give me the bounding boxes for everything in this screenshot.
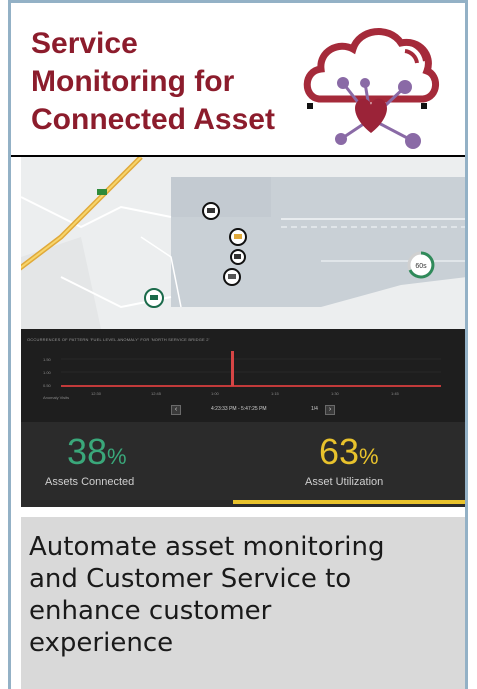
timer-badge[interactable]: 60s xyxy=(407,251,435,279)
anomaly-chart: OCCURRENCES OF PATTERN 'FUEL LEVEL ANOMA… xyxy=(21,329,465,422)
chart-legend: Anomaly Visits xyxy=(43,395,69,400)
utilization-highlight-bar xyxy=(233,500,465,504)
stat-unit: % xyxy=(359,444,379,469)
stat-asset-utilization: 63% Asset Utilization xyxy=(233,422,465,507)
stat-number: 38 xyxy=(67,431,108,472)
description-line: experience xyxy=(29,628,174,658)
service-card: Service Monitoring for Connected Asset 6… xyxy=(8,0,468,689)
title-line-1: Service xyxy=(31,27,138,60)
card-title: Service Monitoring for Connected Asset xyxy=(31,25,331,139)
stat-value: 38% xyxy=(67,432,127,477)
y-tick-label: 1.50 xyxy=(43,357,52,362)
x-tick-label: 1:00 xyxy=(211,391,220,396)
stat-label: Assets Connected xyxy=(45,476,135,488)
map-pin-icon[interactable] xyxy=(144,288,164,308)
x-tick-label: 1:30 xyxy=(331,391,340,396)
asset-map[interactable]: 60s xyxy=(21,157,465,329)
map-pin-icon[interactable] xyxy=(202,202,220,220)
stat-assets-connected: 38% Assets Connected xyxy=(21,422,233,507)
dashboard-panel: OCCURRENCES OF PATTERN 'FUEL LEVEL ANOMA… xyxy=(21,329,465,507)
stat-number: 63 xyxy=(319,431,360,472)
chart-canvas: 1.50 1.00 0.50 Anomaly Visits 12:30 12:4… xyxy=(43,351,441,400)
description-line: and Customer Service to xyxy=(29,564,352,594)
x-tick-label: 12:45 xyxy=(151,391,162,396)
cloud-heart-network-icon xyxy=(303,28,439,149)
map-pin-icon[interactable] xyxy=(230,249,246,265)
title-line-2: Monitoring for xyxy=(31,65,235,98)
map-pin-icon[interactable] xyxy=(223,268,241,286)
pager-range: 4:23:33 PM - 5:47:25 PM xyxy=(211,406,267,412)
description-panel: Automate asset monitoring and Customer S… xyxy=(21,517,465,689)
y-tick-label: 1.00 xyxy=(43,370,52,375)
stat-label: Asset Utilization xyxy=(305,476,384,488)
description-line: Automate asset monitoring xyxy=(29,532,385,562)
stat-unit: % xyxy=(107,444,127,469)
chevron-right-icon[interactable]: › xyxy=(325,405,335,415)
chevron-left-icon[interactable]: ‹ xyxy=(171,405,181,415)
map-pin-icon[interactable] xyxy=(229,228,247,246)
title-line-3: Connected Asset xyxy=(31,103,275,136)
y-tick-label: 0.50 xyxy=(43,383,52,388)
x-tick-label: 1:15 xyxy=(271,391,280,396)
card-header: Service Monitoring for Connected Asset xyxy=(11,3,465,158)
x-tick-label: 12:30 xyxy=(91,391,102,396)
description-line: enhance customer xyxy=(29,596,272,626)
time-pager: ‹ 4:23:33 PM - 5:47:25 PM 1/4 › xyxy=(21,405,465,419)
map-canvas: 60s xyxy=(21,157,465,329)
timer-badge-label: 60s xyxy=(415,263,427,270)
description-text: Automate asset monitoring and Customer S… xyxy=(29,531,461,659)
stat-value: 63% xyxy=(319,432,379,477)
x-tick-label: 1:45 xyxy=(391,391,400,396)
pager-count: 1/4 xyxy=(311,406,318,412)
